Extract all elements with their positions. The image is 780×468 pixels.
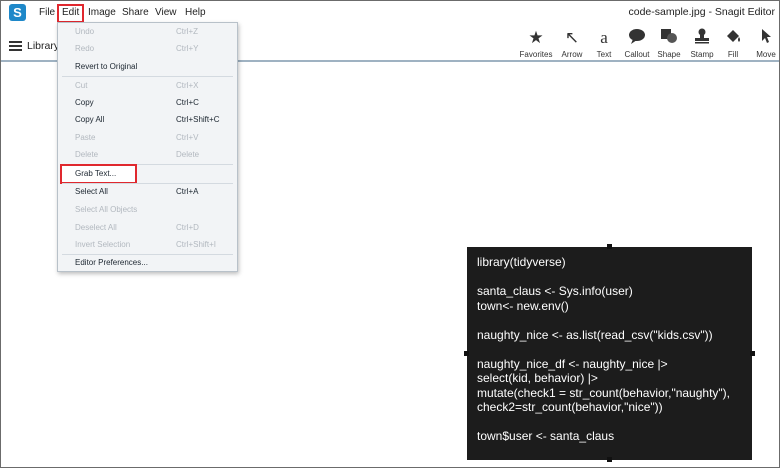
menu-view[interactable]: View: [155, 6, 177, 22]
code-line: select(kid, behavior) |>: [477, 371, 598, 385]
menu-item-label: Copy All: [75, 115, 105, 124]
window-title: code-sample.jpg - Snagit Editor: [628, 6, 776, 18]
menu-item-label: Redo: [75, 44, 95, 53]
menu-item-label: Editor Preferences...: [75, 258, 148, 267]
menu-item-label: Select All: [75, 187, 108, 196]
snagit-app-icon[interactable]: S: [9, 4, 26, 21]
menu-item-shortcut: Delete: [176, 150, 200, 159]
menu-item-editor-preferences[interactable]: Editor Preferences...: [58, 254, 237, 271]
menu-item-label: Invert Selection: [75, 240, 131, 249]
code-line: town$user <- santa_claus: [477, 429, 615, 443]
tool-move[interactable]: Move: [746, 28, 780, 60]
menu-item-label: Copy: [75, 98, 94, 107]
menu-file[interactable]: File: [39, 6, 55, 22]
menu-item-copy-all[interactable]: Copy All Ctrl+Shift+C: [58, 111, 237, 128]
code-line: naughty_nice_df <- naughty_nice |>: [477, 356, 668, 371]
star-icon: ★: [528, 28, 544, 47]
menu-item-label: Select All Objects: [75, 205, 138, 214]
resize-handle-right[interactable]: [750, 351, 755, 356]
menu-item-label: Cut: [75, 81, 88, 90]
menu-item-label: Grab Text...: [75, 169, 117, 178]
menu-item-cut[interactable]: Cut Ctrl+X: [58, 77, 237, 94]
menu-item-paste[interactable]: Paste Ctrl+V: [58, 129, 237, 146]
code-line: santa_claus <- Sys.info(user): [477, 284, 633, 298]
menu-item-shortcut: Ctrl+C: [176, 98, 199, 107]
menu-item-shortcut: Ctrl+V: [176, 133, 199, 142]
menu-share[interactable]: Share: [122, 6, 149, 22]
menu-item-grab-text[interactable]: Grab Text...: [58, 164, 237, 184]
snagit-editor-window: S File Edit Image Share View Help code-s…: [0, 0, 780, 468]
move-icon: [746, 28, 780, 48]
tool-label: Favorites: [519, 50, 553, 59]
resize-handle-top[interactable]: [607, 244, 612, 249]
tool-favorites[interactable]: ★ Favorites: [516, 28, 556, 60]
menu-edit[interactable]: Edit: [57, 4, 85, 23]
menu-item-deselect-all[interactable]: Deselect All Ctrl+D: [58, 219, 237, 236]
menu-item-undo[interactable]: Undo Ctrl+Z: [58, 23, 237, 40]
edit-menu-dropdown: Undo Ctrl+Z Redo Ctrl+Y Revert to Origin…: [57, 22, 238, 272]
menu-image[interactable]: Image: [88, 6, 116, 22]
menu-item-copy[interactable]: Copy Ctrl+C: [58, 94, 237, 111]
code-line: town<- new.env(): [477, 298, 569, 313]
library-button[interactable]: Library: [27, 40, 59, 52]
menu-item-shortcut: Ctrl+A: [176, 187, 199, 196]
menu-item-shortcut: Ctrl+D: [176, 223, 199, 232]
menu-item-delete[interactable]: Delete Delete: [58, 146, 237, 163]
menu-item-select-all[interactable]: Select All Ctrl+A: [58, 183, 237, 200]
menu-item-label: Delete: [75, 150, 99, 159]
resize-handle-left[interactable]: [464, 351, 469, 356]
canvas-code-image[interactable]: library(tidyverse) santa_claus <- Sys.in…: [467, 247, 752, 460]
code-line: naughty_nice <- as.list(read_csv("kids.c…: [477, 327, 713, 342]
hamburger-menu-icon[interactable]: [9, 41, 22, 51]
code-line: library(tidyverse): [477, 255, 566, 269]
menu-item-label: Deselect All: [75, 223, 117, 232]
menu-item-shortcut: Ctrl+Y: [176, 44, 199, 53]
menu-item-label: Revert to Original: [75, 62, 138, 71]
menu-item-shortcut: Ctrl+Shift+I: [176, 240, 217, 249]
resize-handle-bottom[interactable]: [607, 457, 612, 462]
code-line: mutate(check1 = str_count(behavior,"naug…: [477, 385, 730, 400]
menu-item-shortcut: Ctrl+Z: [176, 27, 198, 36]
menu-item-select-all-objects[interactable]: Select All Objects: [58, 201, 237, 218]
menu-item-shortcut: Ctrl+Shift+C: [176, 115, 220, 124]
menu-item-label: Undo: [75, 27, 95, 36]
code-line: check2=str_count(behavior,"nice")): [477, 400, 663, 414]
menu-item-revert-to-original[interactable]: Revert to Original: [58, 58, 237, 75]
menu-item-shortcut: Ctrl+X: [176, 81, 199, 90]
menu-item-redo[interactable]: Redo Ctrl+Y: [58, 40, 237, 57]
menu-help[interactable]: Help: [185, 6, 206, 22]
tool-label: Move: [756, 50, 776, 59]
menu-item-invert-selection[interactable]: Invert Selection Ctrl+Shift+I: [58, 236, 237, 253]
menu-item-label: Paste: [75, 133, 96, 142]
